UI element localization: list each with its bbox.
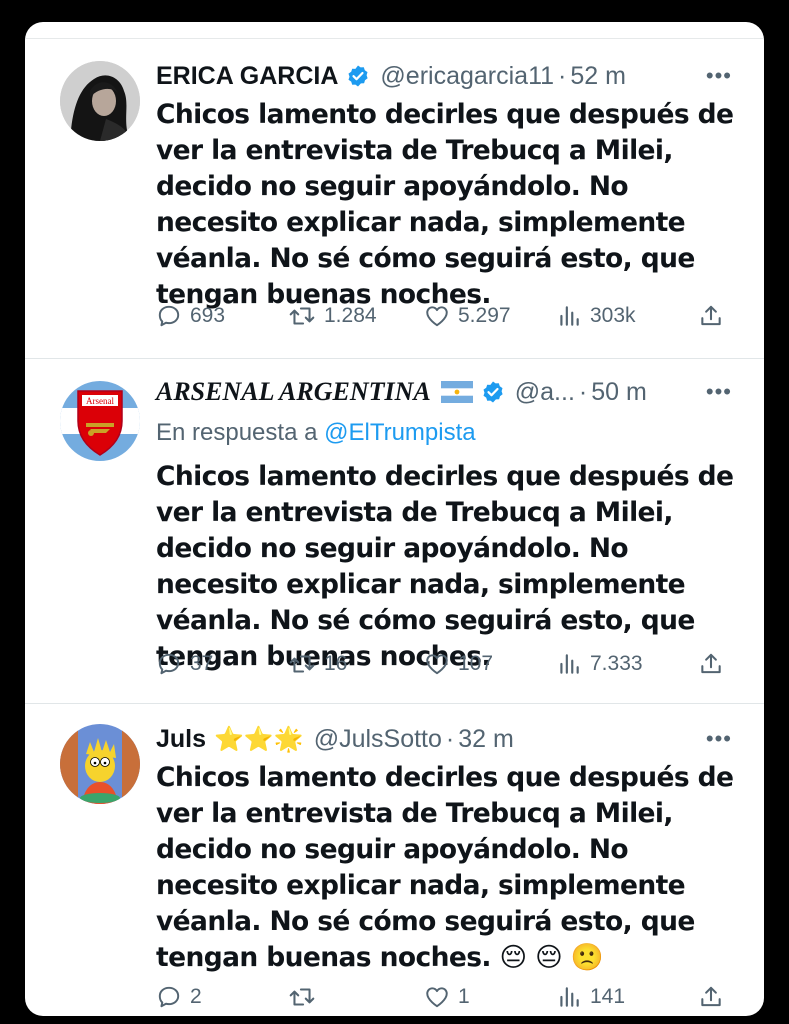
tweet-header: ERICA GARCIA @ericagarcia11 · 52 m	[156, 59, 744, 93]
reply-count: 37	[190, 652, 214, 675]
avatar[interactable]	[60, 724, 140, 804]
views-icon	[560, 654, 579, 674]
tweet-text: Chicos lamento decirles que después de v…	[156, 762, 734, 973]
tweet[interactable]: ERICA GARCIA @ericagarcia11 · 52 m ••• C…	[25, 39, 764, 359]
more-icon[interactable]: •••	[706, 379, 732, 405]
star-emoji-icon: ⭐⭐🌟	[214, 725, 304, 753]
reply-icon	[158, 653, 180, 675]
sad-face-emoji-icon: 😔 😔 🙁	[499, 942, 604, 973]
tweet-actions: 37 16 107 7.333	[156, 651, 726, 681]
avatar[interactable]: Arsenal	[60, 381, 140, 461]
timeline-card: ERICA GARCIA @ericagarcia11 · 52 m ••• C…	[25, 22, 764, 1016]
author-name[interactable]: ARSENAL ARGENTINA	[156, 377, 431, 407]
views-button[interactable]: 7.333	[556, 651, 643, 677]
separator-dot: ·	[445, 724, 455, 753]
tweet-header: Juls ⭐⭐🌟 @JulsSotto · 32 m	[156, 722, 744, 756]
author-handle[interactable]: @ericagarcia11	[380, 62, 554, 91]
reply-icon	[158, 305, 180, 327]
tweet-text-block: Chicos lamento decirles que después de v…	[156, 760, 741, 976]
like-button[interactable]: 1	[424, 984, 470, 1010]
reply-prefix: En respuesta a	[156, 419, 318, 446]
retweet-icon	[289, 655, 315, 673]
retweet-button[interactable]: 16	[288, 651, 347, 677]
author-name[interactable]: Juls	[156, 725, 206, 754]
author-handle[interactable]: @a...	[515, 378, 575, 407]
tweet-text: Chicos lamento decirles que después de v…	[156, 99, 734, 310]
retweet-count: 1.284	[324, 304, 377, 327]
retweet-count: 16	[324, 652, 348, 675]
share-icon	[701, 986, 721, 1007]
author-handle[interactable]: @JulsSotto	[314, 725, 442, 754]
avatar[interactable]	[60, 61, 140, 141]
reply-mention-link[interactable]: @ElTrumpista	[324, 419, 476, 446]
views-button[interactable]: 141	[556, 984, 625, 1010]
share-button[interactable]	[698, 984, 732, 1010]
tweet-actions: 693 1.284 5.297 303k	[156, 303, 726, 333]
share-icon	[701, 653, 721, 674]
tweet[interactable]: Arsenal ARSENAL ARGENTINA @a... · 50 m •…	[25, 359, 764, 704]
retweet-icon	[289, 307, 315, 325]
more-icon[interactable]: •••	[706, 726, 732, 752]
author-name[interactable]: ERICA GARCIA	[156, 62, 338, 91]
retweet-icon	[289, 988, 315, 1006]
retweet-button[interactable]: 1.284	[288, 303, 377, 329]
views-count: 303k	[590, 304, 636, 327]
like-icon	[426, 987, 448, 1008]
like-button[interactable]: 107	[424, 651, 493, 677]
tweet-actions: 2 1 141	[156, 984, 726, 1014]
tweet[interactable]: Juls ⭐⭐🌟 @JulsSotto · 32 m ••• Chicos la…	[25, 704, 764, 1016]
share-button[interactable]	[698, 303, 732, 329]
reply-count: 2	[190, 985, 202, 1008]
verified-icon	[346, 64, 370, 88]
share-icon	[701, 305, 721, 326]
like-count: 107	[458, 652, 494, 675]
tweet-time[interactable]: 50 m	[591, 378, 647, 407]
share-button[interactable]	[698, 651, 732, 677]
views-icon	[560, 987, 579, 1007]
separator-dot: ·	[558, 61, 567, 90]
more-icon[interactable]: •••	[706, 63, 732, 89]
reply-button[interactable]: 693	[156, 303, 225, 329]
reply-button[interactable]: 37	[156, 651, 213, 677]
like-count: 1	[458, 985, 470, 1008]
like-icon	[426, 306, 448, 327]
reply-context: En respuesta a @ElTrumpista	[156, 419, 476, 447]
tweet-time[interactable]: 32 m	[458, 725, 514, 754]
like-button[interactable]: 5.297	[424, 303, 511, 329]
tweet-text: Chicos lamento decirles que después de v…	[156, 461, 734, 672]
separator-dot: ·	[578, 377, 588, 406]
tweet-header: ARSENAL ARGENTINA @a... · 50 m	[156, 375, 744, 409]
like-icon	[426, 654, 448, 675]
like-count: 5.297	[458, 304, 511, 327]
retweet-button[interactable]	[288, 984, 324, 1010]
views-count: 7.333	[590, 652, 643, 675]
views-icon	[560, 306, 579, 326]
reply-button[interactable]: 2	[156, 984, 202, 1010]
arsenal-badge-text: Arsenal	[86, 396, 114, 406]
verified-icon	[481, 380, 505, 404]
reply-icon	[158, 986, 180, 1008]
views-button[interactable]: 303k	[556, 303, 636, 329]
argentina-flag-icon	[440, 381, 473, 403]
reply-count: 693	[190, 304, 226, 327]
views-count: 141	[590, 985, 626, 1008]
tweet-time[interactable]: 52 m	[570, 62, 626, 91]
